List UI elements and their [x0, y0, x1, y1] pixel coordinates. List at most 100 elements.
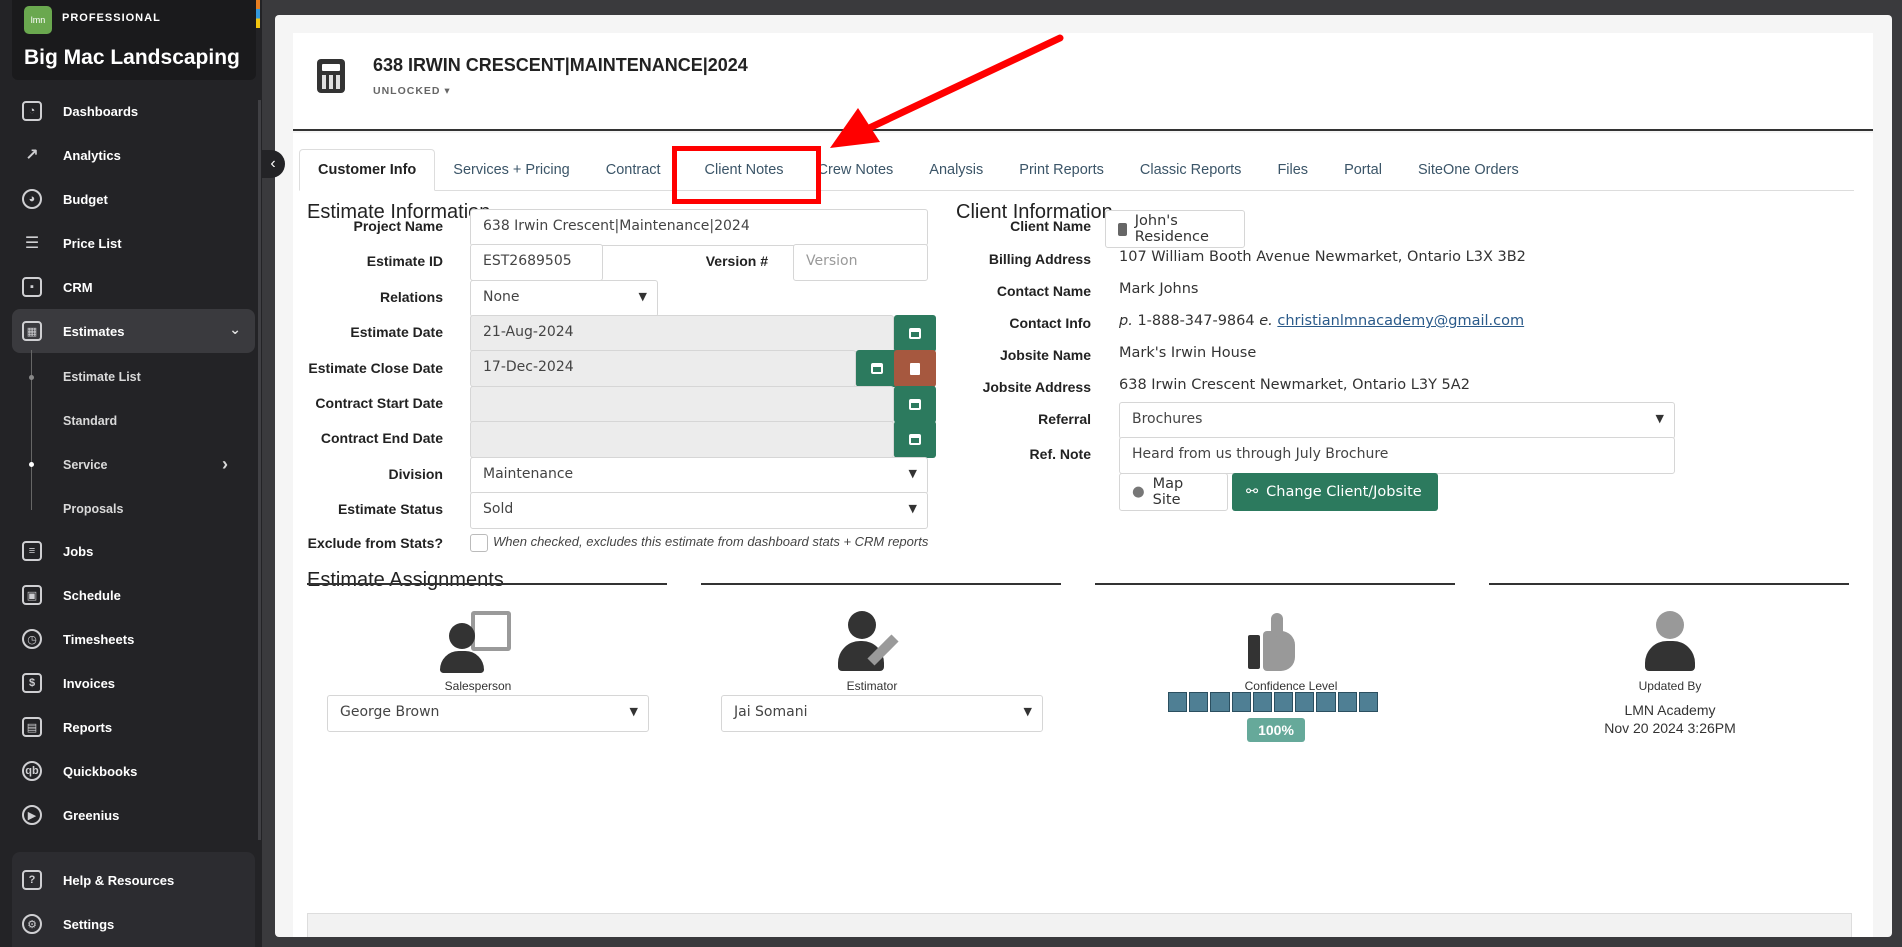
- nav-invoices[interactable]: $ Invoices: [12, 661, 255, 705]
- estimate-date-calendar-button[interactable]: [894, 315, 936, 352]
- tab-customer-info[interactable]: Customer Info: [299, 149, 436, 191]
- confidence-segment[interactable]: [1358, 692, 1379, 712]
- nav-budget[interactable]: ◕ Budget: [12, 177, 255, 221]
- map-site-label: Map Site: [1152, 476, 1184, 508]
- version-input[interactable]: Version: [793, 244, 928, 281]
- nav-standard[interactable]: Standard: [63, 414, 117, 428]
- status-select[interactable]: Sold ▼: [470, 492, 928, 529]
- nav-timesheets[interactable]: ◷ Timesheets: [12, 617, 255, 661]
- tab-classic-reports[interactable]: Classic Reports: [1122, 149, 1260, 191]
- confidence-segment[interactable]: [1231, 692, 1251, 712]
- tab-analysis[interactable]: Analysis: [911, 149, 1001, 191]
- nav-schedule[interactable]: ▣ Schedule: [12, 573, 255, 617]
- tab-contract[interactable]: Contract: [588, 149, 679, 191]
- confidence-segment[interactable]: [1274, 692, 1294, 712]
- tab-print-reports[interactable]: Print Reports: [1001, 149, 1122, 191]
- division-value: Maintenance: [483, 466, 574, 482]
- contact-card-icon: ▪: [22, 277, 42, 297]
- nav-crm[interactable]: ▪ CRM: [12, 265, 255, 309]
- nav-label: Quickbooks: [63, 763, 138, 779]
- estimate-date-label: Estimate Date: [350, 324, 443, 340]
- subnav-line: [31, 350, 32, 510]
- calendar-icon: [909, 328, 921, 339]
- estimate-header: 638 IRWIN CRESCENT|MAINTENANCE|2024 UNLO…: [293, 33, 1873, 131]
- pie-chart-icon: ◕: [22, 189, 42, 209]
- confidence-segment[interactable]: [1337, 692, 1357, 712]
- chevron-right-icon[interactable]: ›: [222, 454, 228, 475]
- confidence-segment[interactable]: [1316, 692, 1336, 712]
- phone-prefix: p.: [1119, 313, 1133, 329]
- close-date-input[interactable]: 17-Dec-2024: [470, 350, 856, 387]
- estimator-value: Jai Somani: [734, 704, 808, 720]
- referral-select[interactable]: Brochures ▼: [1119, 402, 1675, 439]
- nav-dashboards[interactable]: ◔ Dashboards: [12, 89, 255, 133]
- contract-end-calendar-button[interactable]: [894, 421, 936, 458]
- nav-estimates[interactable]: ▦ Estimates ⌄: [12, 309, 255, 353]
- subnav-dot: [29, 375, 34, 380]
- lock-status-dropdown[interactable]: UNLOCKED ▾: [373, 85, 451, 97]
- estimator-select[interactable]: Jai Somani ▼: [721, 695, 1043, 732]
- relations-select[interactable]: None ▼: [470, 280, 658, 317]
- exclude-stats-checkbox[interactable]: [470, 534, 488, 552]
- map-site-button[interactable]: ● Map Site: [1119, 473, 1228, 511]
- nav-service[interactable]: Service: [63, 458, 107, 472]
- nav-reports[interactable]: ▤ Reports: [12, 705, 255, 749]
- client-name-value: John's Residence: [1134, 213, 1209, 245]
- confidence-segment[interactable]: [1252, 692, 1273, 712]
- nav-jobs[interactable]: ≡ Jobs: [12, 529, 255, 573]
- nav-estimate-list[interactable]: Estimate List: [63, 370, 141, 384]
- nav-label: Settings: [63, 916, 115, 932]
- contract-start-calendar-button[interactable]: [894, 386, 936, 423]
- nav-help[interactable]: ? Help & Resources: [12, 858, 255, 902]
- chevron-down-icon: ▼: [1023, 705, 1032, 718]
- close-date-label: Estimate Close Date: [308, 360, 443, 376]
- calendar-icon: ▣: [22, 585, 42, 605]
- page-scrollbar[interactable]: [1894, 0, 1902, 947]
- nav-price-list[interactable]: ☰ Price List: [12, 221, 255, 265]
- confidence-segment[interactable]: [1189, 692, 1209, 712]
- close-date-clear-button[interactable]: [894, 350, 936, 387]
- clock-icon: ◷: [22, 629, 42, 649]
- client-name-button[interactable]: John's Residence: [1105, 210, 1245, 248]
- confidence-segment[interactable]: [1295, 692, 1315, 712]
- nav-settings[interactable]: ⚙ Settings: [12, 902, 255, 946]
- company-name[interactable]: Big Mac Landscaping: [24, 46, 240, 70]
- project-name-input[interactable]: 638 Irwin Crescent|Maintenance|2024: [470, 209, 928, 246]
- tab-crew-notes[interactable]: Crew Notes: [814, 149, 912, 191]
- trash-icon: [910, 362, 920, 375]
- ref-note-input[interactable]: Heard from us through July Brochure: [1119, 437, 1675, 474]
- sidebar-scrollbar[interactable]: [258, 100, 261, 840]
- nav-greenius[interactable]: ▶ Greenius: [12, 793, 255, 837]
- calendar-icon: [909, 399, 921, 410]
- help-icon: ?: [22, 870, 42, 890]
- estimate-date-input[interactable]: 21-Aug-2024: [470, 315, 894, 352]
- nav-analytics[interactable]: ↗ Analytics: [12, 133, 255, 177]
- nav-proposals[interactable]: Proposals: [63, 502, 123, 516]
- referral-value: Brochures: [1132, 411, 1203, 427]
- contact-name-label: Contact Name: [996, 283, 1091, 299]
- estimate-id-input[interactable]: EST2689505: [470, 244, 603, 281]
- nav-label: Schedule: [63, 587, 121, 603]
- nav-label: Budget: [63, 191, 108, 207]
- close-date-calendar-button[interactable]: [856, 350, 898, 387]
- change-client-button[interactable]: ⚯ Change Client/Jobsite: [1232, 473, 1438, 511]
- nav-label: Price List: [63, 235, 122, 251]
- division-select[interactable]: Maintenance ▼: [470, 457, 928, 494]
- invoice-icon: $: [22, 673, 42, 693]
- assignments-title: Estimate Assignments: [307, 569, 504, 591]
- confidence-segment[interactable]: [1168, 692, 1188, 712]
- contract-start-input[interactable]: [470, 386, 894, 423]
- annotation-highlight-box: [672, 146, 821, 204]
- tab-portal[interactable]: Portal: [1326, 149, 1400, 191]
- confidence-segment[interactable]: [1210, 692, 1230, 712]
- tab-siteone-orders[interactable]: SiteOne Orders: [1400, 149, 1537, 191]
- lock-status-label: UNLOCKED: [373, 85, 441, 97]
- tab-services-pricing[interactable]: Services + Pricing: [435, 149, 587, 191]
- tab-files[interactable]: Files: [1259, 149, 1326, 191]
- contract-end-input[interactable]: [470, 421, 894, 458]
- salesperson-select[interactable]: George Brown ▼: [327, 695, 649, 732]
- email-link[interactable]: christianlmnacademy@gmail.com: [1277, 313, 1524, 329]
- confidence-meter[interactable]: [1168, 692, 1379, 712]
- contact-info-label: Contact Info: [1009, 315, 1091, 331]
- nav-quickbooks[interactable]: qb Quickbooks: [12, 749, 255, 793]
